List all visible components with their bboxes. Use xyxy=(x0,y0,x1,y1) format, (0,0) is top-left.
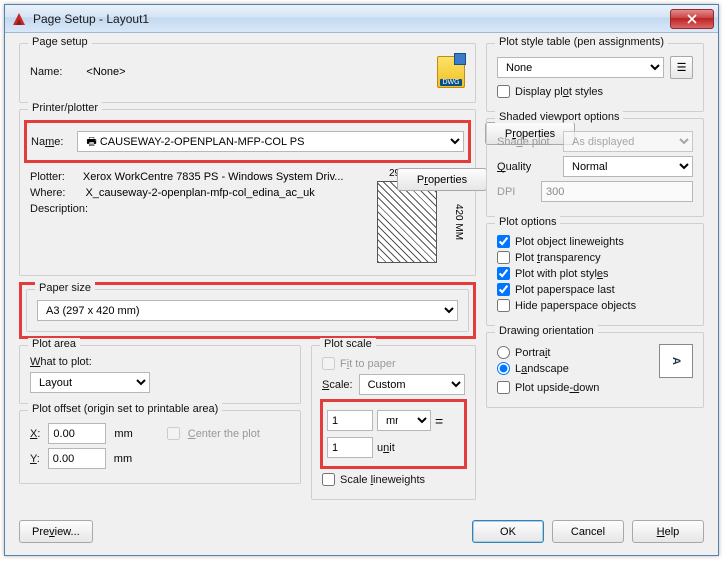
plot-options-group-title: Plot options xyxy=(495,216,560,228)
hide-paperspace-checkbox[interactable] xyxy=(497,299,510,312)
offset-x-unit: mm xyxy=(114,428,132,440)
help-button[interactable]: Help xyxy=(632,520,704,543)
landscape-radio[interactable] xyxy=(497,362,510,375)
close-button[interactable] xyxy=(670,9,714,29)
plot-style-group-title: Plot style table (pen assignments) xyxy=(495,36,668,48)
ok-button[interactable]: OK xyxy=(472,520,544,543)
display-plot-styles-label: Display plot styles xyxy=(515,86,603,98)
fit-to-paper-checkbox xyxy=(322,357,335,370)
paper-size-group: Paper size A3 (297 x 420 mm) xyxy=(26,289,469,332)
quality-select[interactable]: Normal xyxy=(563,156,693,177)
orientation-group-title: Drawing orientation xyxy=(495,325,598,337)
printer-name-label: Name: xyxy=(31,136,63,148)
what-to-plot-label: What to plot: xyxy=(30,356,290,368)
plot-lineweights-label: Plot object lineweights xyxy=(515,236,624,248)
plot-scale-group: Plot scale Fit to paper Scale:Custom mm … xyxy=(311,345,476,500)
center-plot-label: Center the plot xyxy=(188,428,260,440)
shade-plot-label: Shade plot xyxy=(497,136,557,148)
scale-label: Scale: xyxy=(322,379,353,391)
page-setup-group: Page setup Name: <None> DWG xyxy=(19,43,476,103)
center-plot-checkbox xyxy=(167,427,180,440)
scale-select[interactable]: Custom xyxy=(359,374,465,395)
offset-x-input[interactable] xyxy=(48,423,106,444)
offset-y-label: Y: xyxy=(30,453,40,465)
app-icon xyxy=(11,11,27,27)
plot-scale-group-title: Plot scale xyxy=(320,338,376,350)
paper-size-group-title: Paper size xyxy=(35,282,95,294)
paper-size-select[interactable]: A3 (297 x 420 mm) xyxy=(37,300,458,321)
page-setup-group-title: Page setup xyxy=(28,36,92,48)
printer-group-title: Printer/plotter xyxy=(28,102,102,114)
highlight-printer-name: Name: 🖶 CAUSEWAY-2-OPENPLAN-MFP-COL PS xyxy=(24,120,471,163)
orientation-group: Drawing orientation Portrait Landscape A… xyxy=(486,332,704,408)
plotter-value: Xerox WorkCentre 7835 PS - Windows Syste… xyxy=(83,171,344,183)
page-setup-name-label: Name: xyxy=(30,66,62,78)
plot-transparency-label: Plot transparency xyxy=(515,252,601,264)
offset-y-input[interactable] xyxy=(48,448,106,469)
scale-unit-select[interactable]: mm xyxy=(377,410,431,431)
plot-paperspace-last-checkbox[interactable] xyxy=(497,283,510,296)
plot-with-styles-checkbox[interactable] xyxy=(497,267,510,280)
description-label: Description: xyxy=(30,203,88,215)
plotter-label: Plotter: xyxy=(30,171,65,183)
quality-label: Quality xyxy=(497,161,557,173)
plot-style-edit-button[interactable]: ☰ xyxy=(670,56,693,79)
window-title: Page Setup - Layout1 xyxy=(33,12,670,26)
offset-y-unit: mm xyxy=(114,453,132,465)
plot-transparency-checkbox[interactable] xyxy=(497,251,510,264)
plot-options-group: Plot options Plot object lineweights Plo… xyxy=(486,223,704,326)
close-icon xyxy=(687,14,697,24)
offset-x-label: X: xyxy=(30,428,40,440)
upside-down-label: Plot upside-down xyxy=(515,382,599,394)
plot-area-group-title: Plot area xyxy=(28,338,80,350)
shaded-viewport-group-title: Shaded viewport options xyxy=(495,111,623,123)
what-to-plot-select[interactable]: Layout xyxy=(30,372,150,393)
printer-name-select[interactable]: 🖶 CAUSEWAY-2-OPENPLAN-MFP-COL PS xyxy=(77,131,464,152)
where-value: X_causeway-2-openplan-mfp-col_edina_ac_u… xyxy=(85,187,314,199)
plot-with-styles-label: Plot with plot styles xyxy=(515,268,609,280)
shade-plot-select: As displayed xyxy=(563,131,693,152)
plot-area-group: Plot area What to plot: Layout xyxy=(19,345,301,404)
scale-lineweights-checkbox[interactable] xyxy=(322,473,335,486)
shaded-viewport-group: Shaded viewport options Shade plotAs dis… xyxy=(486,118,704,217)
scale-bottom-unit-label: unit xyxy=(377,442,395,454)
plot-offset-group: Plot offset (origin set to printable are… xyxy=(19,410,301,484)
paper-preview: 297 MM 420 MM xyxy=(377,181,437,263)
equals-icon: = xyxy=(435,413,443,429)
scale-bottom-input[interactable] xyxy=(327,437,373,458)
properties-button-visible[interactable]: Properties xyxy=(397,168,487,191)
portrait-radio[interactable] xyxy=(497,346,510,359)
paper-preview-height: 420 MM xyxy=(453,204,464,240)
printer-group: Printer/plotter Name: 🖶 CAUSEWAY-2-OPENP… xyxy=(19,109,476,276)
preview-button[interactable]: Preview... xyxy=(19,520,93,543)
plot-lineweights-checkbox[interactable] xyxy=(497,235,510,248)
list-icon: ☰ xyxy=(677,61,687,74)
fit-to-paper-label: Fit to paper xyxy=(340,358,396,370)
plot-offset-group-title: Plot offset (origin set to printable are… xyxy=(28,403,222,415)
portrait-label: Portrait xyxy=(515,347,550,359)
page-setup-name-value: <None> xyxy=(86,66,125,78)
where-label: Where: xyxy=(30,187,65,199)
dpi-label: DPI xyxy=(497,186,535,198)
highlight-paper-size: Paper size A3 (297 x 420 mm) xyxy=(19,282,476,339)
page-setup-dialog: Page Setup - Layout1 Page setup Name: <N… xyxy=(4,4,719,556)
dwg-icon[interactable]: DWG xyxy=(437,56,465,88)
cancel-button[interactable]: Cancel xyxy=(552,520,624,543)
landscape-label: Landscape xyxy=(515,363,569,375)
dialog-footer: Preview... OK Cancel Help xyxy=(5,512,718,555)
plot-style-group: Plot style table (pen assignments) None … xyxy=(486,43,704,112)
upside-down-checkbox[interactable] xyxy=(497,381,510,394)
titlebar: Page Setup - Layout1 xyxy=(5,5,718,33)
scale-lineweights-label: Scale lineweights xyxy=(340,474,425,486)
dpi-input xyxy=(541,181,693,202)
plot-style-select[interactable]: None xyxy=(497,57,664,78)
plot-paperspace-last-label: Plot paperspace last xyxy=(515,284,615,296)
scale-top-input[interactable] xyxy=(327,410,373,431)
highlight-scale-units: mm = unit xyxy=(320,399,467,469)
display-plot-styles-checkbox[interactable] xyxy=(497,85,510,98)
hide-paperspace-label: Hide paperspace objects xyxy=(515,300,636,312)
orientation-preview-icon: A xyxy=(659,344,693,378)
